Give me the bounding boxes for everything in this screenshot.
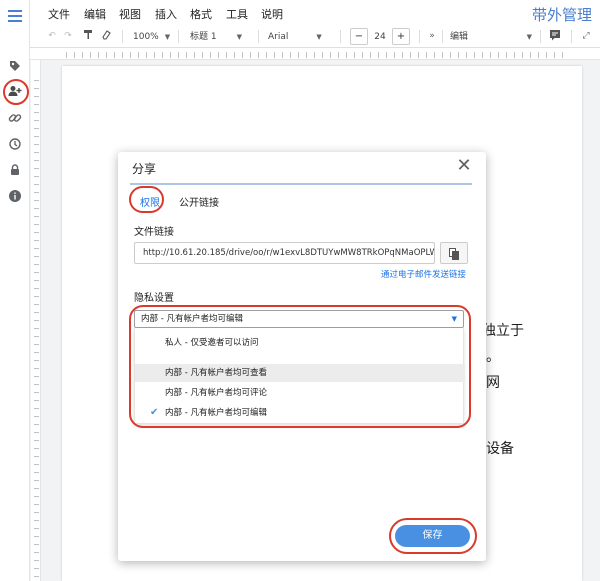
file-link-field[interactable]: http://10.61.20.185/drive/oo/r/w1exvL8DT… — [134, 242, 435, 264]
file-link-label: 文件链接 — [134, 227, 174, 238]
copy-link-button[interactable] — [440, 242, 468, 264]
menu-bar: 文件 编辑 视图 插入 格式 工具 说明 带外管理 — [30, 0, 600, 26]
font-size-value[interactable]: 24 — [373, 29, 387, 45]
font-value: Arial — [268, 32, 289, 42]
vertical-ruler — [31, 60, 41, 581]
document-text: 独立于 — [482, 323, 524, 339]
privacy-settings-label: 隐私设置 — [134, 293, 174, 304]
font-size-increase-button[interactable]: + — [392, 28, 410, 45]
horizontal-ruler — [30, 48, 600, 60]
paragraph-style-select[interactable]: 标题 1 ▼ — [190, 29, 242, 45]
chevron-down-icon: ▼ — [316, 33, 322, 41]
chevron-down-icon: ▼ — [236, 33, 242, 41]
menu-tools[interactable]: 工具 — [226, 6, 248, 22]
clear-format-icon[interactable] — [99, 29, 113, 43]
highlight-ring — [389, 518, 477, 554]
app-title: 带外管理 — [531, 6, 592, 24]
chevron-down-icon: ▼ — [164, 33, 171, 41]
lock-icon[interactable] — [7, 163, 23, 179]
font-select[interactable]: Arial ▼ — [268, 29, 322, 45]
left-rail — [0, 0, 30, 581]
zoom-value: 100% — [133, 32, 159, 42]
tab-public-link[interactable]: 公开链接 — [179, 194, 219, 209]
chevron-down-icon: ▼ — [526, 33, 532, 41]
highlight-ring — [3, 79, 29, 105]
comment-icon[interactable] — [548, 29, 562, 43]
highlight-ring — [129, 305, 471, 428]
email-link[interactable]: 通过电子邮件发送链接 — [381, 268, 466, 280]
paint-format-icon[interactable] — [81, 29, 95, 43]
font-size-decrease-button[interactable]: − — [350, 28, 368, 45]
dialog-title: 分享 — [132, 162, 157, 176]
menu-insert[interactable]: 插入 — [155, 6, 177, 22]
document-text: 设备 — [486, 441, 514, 457]
dialog-divider — [130, 183, 472, 185]
document-text: 。 — [486, 349, 500, 365]
document-text: 网 — [486, 375, 500, 391]
menu-icon[interactable] — [8, 10, 22, 22]
info-icon[interactable] — [7, 189, 23, 205]
menu-format[interactable]: 格式 — [190, 6, 212, 22]
mode-value: 编辑 — [450, 32, 469, 42]
menu-view[interactable]: 视图 — [119, 6, 141, 22]
tag-icon[interactable] — [7, 59, 23, 75]
undo-icon[interactable]: ↶ — [45, 29, 59, 43]
menu-file[interactable]: 文件 — [48, 6, 70, 22]
close-icon[interactable]: ✕ — [454, 155, 474, 176]
link-icon[interactable] — [7, 111, 23, 127]
paragraph-style-value: 标题 1 — [190, 32, 217, 42]
history-icon[interactable] — [7, 137, 23, 153]
menu-help[interactable]: 说明 — [261, 6, 283, 22]
share-dialog: 分享 ✕ 权限 公开链接 文件链接 http://10.61.20.185/dr… — [118, 152, 486, 561]
menu-edit[interactable]: 编辑 — [84, 6, 106, 22]
highlight-ring — [129, 186, 164, 213]
toolbar: ↶ ↷ 100% ▼ 标题 1 ▼ Arial ▼ − 24 + » 编辑 ▼ ⤢ — [30, 26, 600, 48]
fullscreen-icon[interactable]: ⤢ — [579, 29, 593, 43]
zoom-select[interactable]: 100% ▼ — [133, 29, 170, 45]
more-chevron-icon[interactable]: » — [425, 29, 439, 43]
mode-select[interactable]: 编辑 ▼ — [450, 29, 534, 45]
redo-icon[interactable]: ↷ — [61, 29, 75, 43]
